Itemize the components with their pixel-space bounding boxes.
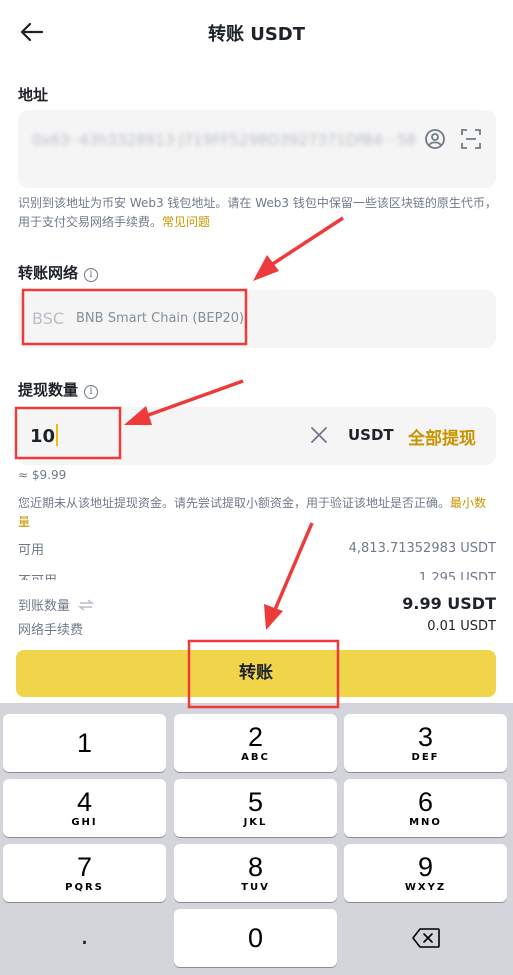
key-3[interactable]: 3 DEF	[344, 714, 507, 772]
key-dot[interactable]: .	[3, 909, 166, 967]
header: 转账 USDT	[0, 0, 513, 64]
fee-value: 0.01 USDT	[427, 619, 496, 634]
backspace-key[interactable]	[344, 909, 507, 967]
network-name: BNB Smart Chain (BEP20)	[76, 311, 245, 326]
address-value: 0x63··43h3328913·J719FF5298D3927371DfB4·…	[32, 131, 417, 149]
key-0[interactable]: 0	[174, 909, 337, 967]
info-icon[interactable]: i	[84, 268, 99, 282]
available-value: 4,813.71352983 USDT	[348, 541, 496, 556]
network-label: 转账网络 i	[18, 262, 99, 283]
amount-label: 提现数量 i	[18, 379, 99, 400]
network-tag: BSC	[32, 309, 65, 328]
key-9[interactable]: 9 WXYZ	[344, 844, 507, 902]
backspace-icon	[411, 928, 440, 948]
key-2[interactable]: 2 ABC	[174, 714, 337, 772]
address-hint: 识别到该地址为币安 Web3 钱包地址。请在 Web3 钱包中保留一些该区块链的…	[18, 196, 497, 229]
key-7[interactable]: 7 PQRS	[3, 844, 166, 902]
key-5[interactable]: 5 JKL	[174, 779, 337, 837]
amount-unit: USDT	[348, 426, 394, 444]
address-input[interactable]: 0x63··43h3328913·J719FF5298D3927371DfB4·…	[18, 110, 496, 188]
key-1[interactable]: 1	[3, 714, 166, 772]
arrow-head	[253, 255, 279, 281]
amount-approx: ≈ $9.99	[18, 468, 67, 482]
info-icon[interactable]: i	[84, 385, 99, 399]
text-caret	[56, 424, 59, 446]
summary-panel: 到账数量 9.99 USDT 网络手续费 0.01 USDT 转账	[0, 580, 513, 700]
page-title: 转账 USDT	[207, 24, 306, 45]
key-6[interactable]: 6 MNO	[344, 779, 507, 837]
fee-label: 网络手续费	[18, 623, 84, 638]
address-label: 地址	[18, 86, 49, 104]
scan-icon[interactable]	[460, 128, 482, 150]
transfer-button[interactable]: 转账	[16, 650, 496, 697]
faq-link[interactable]: 常见问题	[162, 215, 210, 229]
available-label: 可用	[18, 543, 45, 558]
clear-icon[interactable]	[308, 424, 330, 446]
contacts-icon[interactable]	[424, 128, 446, 150]
network-select[interactable]: BSC BNB Smart Chain (BEP20)	[18, 290, 496, 348]
amount-input[interactable]: 10 USDT 全部提现	[18, 407, 496, 465]
numeric-keyboard: 1 2 ABC 3 DEF 4 GHI 5 JKL 6 MNO 7 PQRS 8…	[0, 703, 513, 975]
withdraw-all-button[interactable]: 全部提现	[408, 424, 476, 449]
key-4[interactable]: 4 GHI	[3, 779, 166, 837]
amount-value: 10	[30, 424, 59, 447]
amount-hint: 您近期未从该地址提现资金。请先尝试提取小额资金，用于验证该地址是否正确。最小数量	[18, 496, 487, 529]
received-label: 到账数量	[18, 595, 95, 614]
received-value: 9.99 USDT	[402, 594, 496, 613]
key-8[interactable]: 8 TUV	[174, 844, 337, 902]
swap-icon[interactable]	[78, 599, 95, 611]
